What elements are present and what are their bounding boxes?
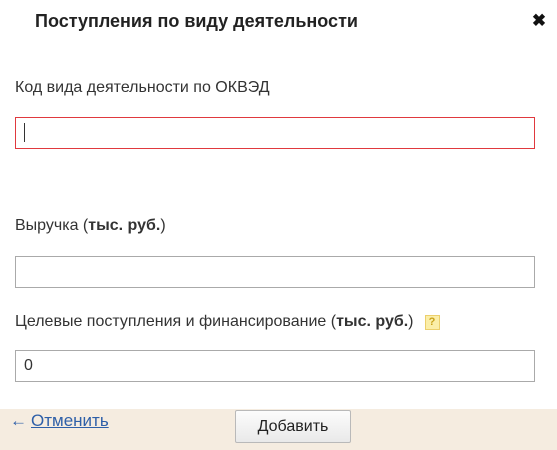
okved-label: Код вида деятельности по ОКВЭД xyxy=(15,78,270,98)
okved-input[interactable] xyxy=(15,117,535,149)
target-income-input[interactable] xyxy=(15,350,535,382)
revenue-input[interactable] xyxy=(15,256,535,288)
question-mark-icon[interactable]: ? xyxy=(424,315,440,330)
target-income-label-text: Целевые поступления и финансирование xyxy=(15,313,327,330)
target-income-label: Целевые поступления и финансирование (ты… xyxy=(15,312,440,332)
revenue-label-text: Выручка xyxy=(15,217,79,234)
close-icon[interactable]: ✖ xyxy=(531,11,547,31)
cancel-link[interactable]: ← Отменить xyxy=(10,410,109,432)
dialog-footer: ← Отменить Добавить xyxy=(0,409,557,450)
text-caret xyxy=(24,123,25,142)
okved-label-text: Код вида деятельности по ОКВЭД xyxy=(15,79,270,96)
arrow-left-icon: ← xyxy=(10,411,27,430)
dialog-title: Поступления по виду деятельности xyxy=(35,11,358,31)
add-button[interactable]: Добавить xyxy=(235,410,351,443)
revenue-label: Выручка (тыс. руб.) xyxy=(15,217,166,234)
target-income-unit: тыс. руб. xyxy=(336,313,409,330)
cancel-link-label: Отменить xyxy=(31,411,109,430)
revenue-unit: тыс. руб. xyxy=(88,217,161,234)
